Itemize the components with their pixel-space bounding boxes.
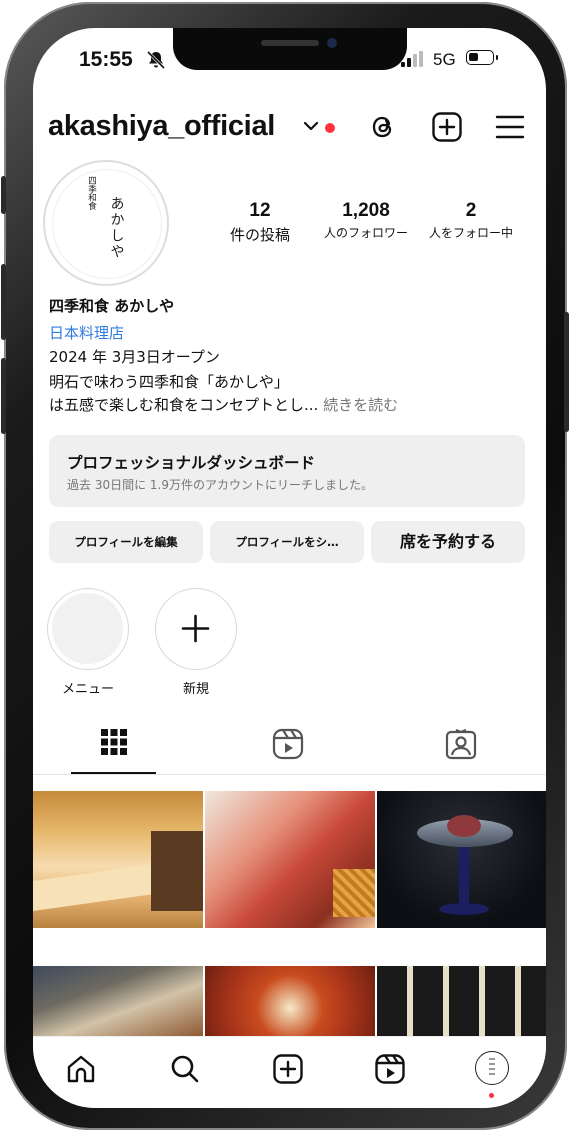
stat-posts-value: 12 bbox=[249, 200, 271, 221]
bio-line-1: 2024 年 3月3日オープン bbox=[49, 348, 220, 366]
bottom-navigation bbox=[33, 1036, 546, 1108]
stat-following-value: 2 bbox=[465, 200, 477, 221]
profile-nav-avatar[interactable] bbox=[475, 1051, 509, 1085]
status-time: 15:55 bbox=[79, 48, 133, 71]
plus-icon bbox=[181, 614, 210, 643]
volume-down-button bbox=[1, 358, 6, 434]
create-post-icon[interactable] bbox=[431, 111, 463, 143]
stat-followers-value: 1,208 bbox=[342, 200, 390, 221]
avatar[interactable]: 四季和食 あかしや bbox=[43, 160, 169, 286]
food-item bbox=[447, 815, 481, 837]
professional-dashboard[interactable]: プロフェッショナルダッシュボード 過去 30日間に 1.9万件のアカウントにリー… bbox=[49, 435, 525, 507]
stat-following-label: 人をフォロー中 bbox=[428, 226, 513, 240]
logo-subtitle: 四季和食 bbox=[86, 176, 97, 210]
volume-up-button bbox=[1, 264, 6, 340]
reels-icon[interactable] bbox=[272, 728, 304, 760]
grid-gap bbox=[33, 928, 546, 966]
bell-muted-icon bbox=[146, 50, 166, 70]
reels-nav-icon[interactable] bbox=[374, 1053, 406, 1085]
stat-followers[interactable]: 1,208 人のフォロワー bbox=[311, 200, 421, 241]
dashboard-subtitle: 過去 30日間に 1.9万件のアカウントにリーチしました。 bbox=[67, 478, 373, 492]
uni-box bbox=[333, 869, 375, 917]
notification-dot bbox=[325, 123, 335, 133]
post-thumbnail[interactable] bbox=[377, 791, 546, 928]
glass-stem bbox=[459, 847, 469, 907]
mute-switch bbox=[1, 176, 6, 214]
screen: 15:55 5G akashiya_official 四季和食 あかしや 12 … bbox=[33, 28, 546, 1108]
avatar-mini-logo bbox=[489, 1058, 495, 1078]
phone-frame: 15:55 5G akashiya_official 四季和食 あかしや 12 … bbox=[1, 2, 569, 1130]
glass-base bbox=[439, 903, 489, 915]
new-highlight-button[interactable] bbox=[155, 588, 237, 670]
edit-profile-button[interactable]: プロフィールを編集 bbox=[49, 521, 203, 563]
stat-following[interactable]: 2 人をフォロー中 bbox=[419, 200, 523, 241]
logo-title: あかしや bbox=[108, 196, 125, 260]
bio-line-3: は五感で楽しむ和食をコンセプトとし... 続きを読む bbox=[49, 395, 398, 416]
speaker bbox=[261, 40, 319, 46]
post-thumbnail[interactable] bbox=[33, 966, 203, 1036]
share-profile-button[interactable]: プロフィールをシ… bbox=[210, 521, 364, 563]
front-camera bbox=[327, 38, 337, 48]
power-button bbox=[564, 312, 569, 432]
reserve-button[interactable]: 席を予約する bbox=[371, 521, 525, 563]
threads-icon[interactable] bbox=[367, 111, 399, 143]
tab-divider bbox=[33, 774, 546, 775]
chair-shadow bbox=[151, 831, 203, 911]
tagged-icon[interactable] bbox=[445, 728, 477, 760]
stat-posts-label: 件の投稿 bbox=[229, 226, 290, 244]
post-thumbnail[interactable] bbox=[33, 791, 203, 928]
bio-line-3-text: は五感で楽しむ和食をコンセプトとし... bbox=[49, 396, 319, 414]
home-icon[interactable] bbox=[65, 1053, 97, 1085]
search-icon[interactable] bbox=[169, 1053, 201, 1085]
network-type: 5G bbox=[433, 50, 456, 69]
highlight-menu-label: メニュー bbox=[61, 682, 114, 697]
post-thumbnail[interactable] bbox=[205, 791, 375, 928]
battery-level bbox=[469, 53, 478, 61]
dashboard-title: プロフェッショナルダッシュボード bbox=[67, 454, 316, 472]
post-thumbnail[interactable] bbox=[205, 966, 375, 1036]
stat-posts[interactable]: 12 件の投稿 bbox=[215, 200, 305, 245]
notch bbox=[173, 28, 407, 70]
grid-icon[interactable] bbox=[100, 728, 128, 756]
signal-icon bbox=[401, 51, 423, 67]
battery-icon bbox=[466, 50, 498, 65]
highlight-menu-cover bbox=[52, 593, 123, 664]
profile-notification-dot bbox=[489, 1093, 494, 1098]
username[interactable]: akashiya_official bbox=[48, 110, 275, 143]
avatar-logo: 四季和食 あかしや bbox=[45, 176, 167, 260]
read-more-link[interactable]: 続きを読む bbox=[323, 396, 398, 414]
stat-followers-label: 人のフォロワー bbox=[323, 226, 408, 240]
profile-name: 四季和食 あかしや bbox=[49, 297, 175, 315]
highlight-menu[interactable] bbox=[47, 588, 129, 670]
profile-category[interactable]: 日本料理店 bbox=[49, 323, 124, 344]
new-highlight-label: 新規 bbox=[182, 682, 209, 697]
menu-icon[interactable] bbox=[494, 111, 526, 143]
new-post-icon[interactable] bbox=[272, 1053, 304, 1085]
bio-line-2: 明石で味わう四季和食「あかしや」 bbox=[49, 373, 289, 391]
post-thumbnail[interactable] bbox=[377, 966, 546, 1036]
chevron-down-icon[interactable] bbox=[303, 120, 319, 132]
